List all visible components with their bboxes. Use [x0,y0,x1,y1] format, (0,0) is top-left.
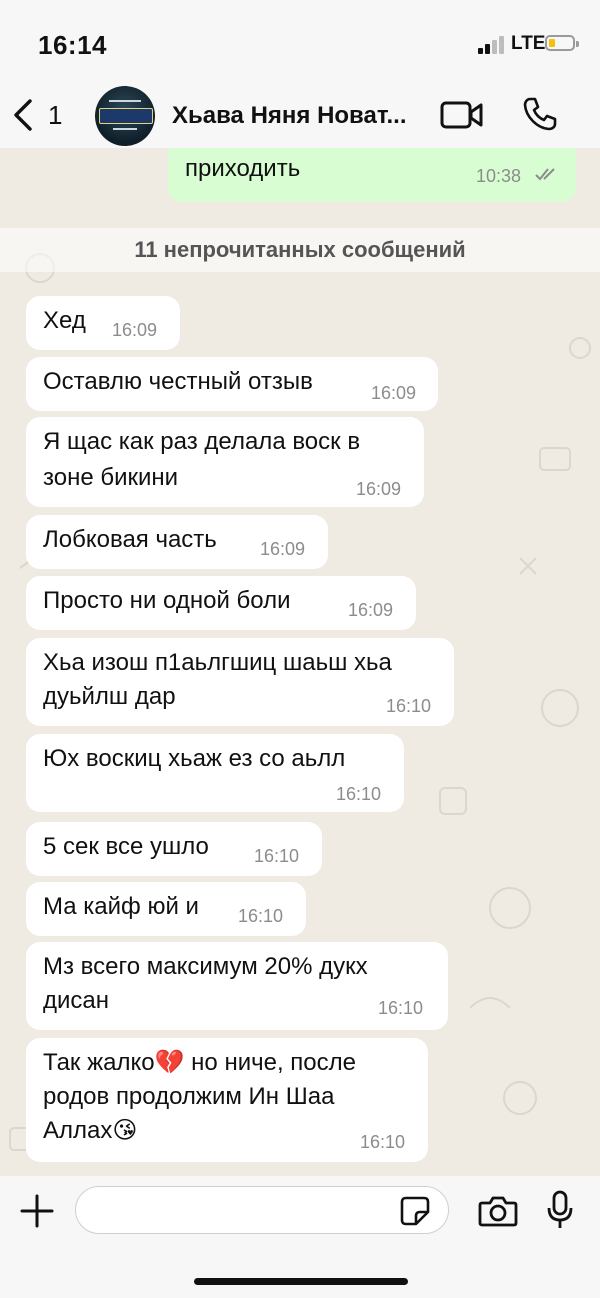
camera-icon [478,1196,518,1227]
unread-banner: 11 непрочитанных сообщений [0,228,600,272]
sticker-button[interactable] [400,1196,430,1226]
message-bubble[interactable]: Лобковая часть 16:09 [26,515,328,569]
signal-icon [478,36,506,54]
message-text: Оставлю честный отзыв [43,368,313,395]
message-text: Мз всего максимум 20% дукх [43,953,368,980]
message-time: 16:10 [386,696,432,716]
message-text: 5 сек все ушло [43,833,209,860]
message-bubble[interactable]: 5 сек все ушло 16:10 [26,822,322,876]
attach-button[interactable] [20,1194,54,1228]
message-text-line: Аллах😘 [43,1117,138,1144]
message-list[interactable]: приходить 10:38 11 непрочитанных сообщен… [0,148,600,1176]
message-text: Я щас как раз делала воск в [43,428,361,455]
message-text: Хед [43,307,86,334]
message-time: 16:09 [260,539,306,559]
message-text: Ма кайф юй и [43,893,199,920]
message-time: 16:09 [348,600,394,620]
video-call-icon [440,101,483,129]
message-bubble[interactable]: Юх воскиц хьаж ез со аьлл 16:10 [26,734,404,812]
message-text-line: родов продолжим Ин Шаа [43,1083,335,1110]
chat-header: 1 Хьава Няня Новат... [0,86,600,148]
microphone-button[interactable] [546,1190,574,1230]
message-text-line: зоне бикини [43,464,179,491]
message-time: 16:09 [371,383,417,403]
message-time: 16:10 [360,1132,406,1152]
voice-call-button[interactable] [522,96,558,132]
message-text: Юх воскиц хьаж ез со аьлл [43,745,346,772]
home-indicator [194,1278,408,1285]
chevron-left-icon [14,99,32,131]
avatar[interactable] [95,86,155,146]
message-time: 10:38 [476,166,522,186]
phone-icon [523,97,557,131]
message-time: 16:10 [378,998,424,1018]
back-button[interactable]: 1 [12,92,68,138]
message-text-line: дисан [43,987,110,1014]
message-text: Хьа изош п1аьлгшиц шаьш хьа [43,649,392,676]
message-time: 16:09 [356,479,402,499]
message-bubble[interactable]: Ма кайф юй и 16:10 [26,882,306,936]
back-unread-count: 1 [48,100,63,130]
message-bubble[interactable]: Мз всего максимум 20% дукх дисан 16:10 [26,942,448,1030]
sticker-icon [400,1196,430,1226]
message-bubble[interactable]: Я щас как раз делала воск в зоне бикини … [26,417,424,507]
camera-button[interactable] [478,1194,518,1228]
network-label: LTE [511,33,546,54]
status-time: 16:14 [38,30,107,60]
message-time: 16:10 [254,846,300,866]
message-text: Лобковая часть [43,526,217,553]
message-text: приходить [185,155,301,182]
message-bubble[interactable]: Просто ни одной боли 16:09 [26,576,416,630]
sent-message[interactable]: приходить 10:38 [168,148,576,202]
message-text: Просто ни одной боли [43,587,291,614]
status-bar: 16:14 LTE [0,0,600,86]
message-bubble[interactable]: Так жалко💔 но ниче, после родов продолжи… [26,1038,428,1162]
contact-name[interactable]: Хьава Няня Новат... [172,102,407,130]
message-text-line: дуьйлш дар [43,683,176,710]
message-input[interactable] [75,1186,449,1234]
message-time: 16:10 [238,906,284,926]
battery-icon [545,35,579,51]
video-call-button[interactable] [440,100,484,130]
message-time: 16:09 [112,320,158,340]
read-checks-icon [535,168,555,181]
message-time: 16:10 [336,784,382,804]
composer-bar [0,1176,600,1298]
message-bubble[interactable]: Хед 16:09 [26,296,180,350]
microphone-icon [547,1190,573,1228]
message-bubble[interactable]: Хьа изош п1аьлгшиц шаьш хьа дуьйлш дар 1… [26,638,454,726]
message-bubble[interactable]: Оставлю честный отзыв 16:09 [26,357,438,411]
plus-icon [20,1194,54,1228]
message-text: Так жалко💔 но ниче, после [43,1049,356,1076]
